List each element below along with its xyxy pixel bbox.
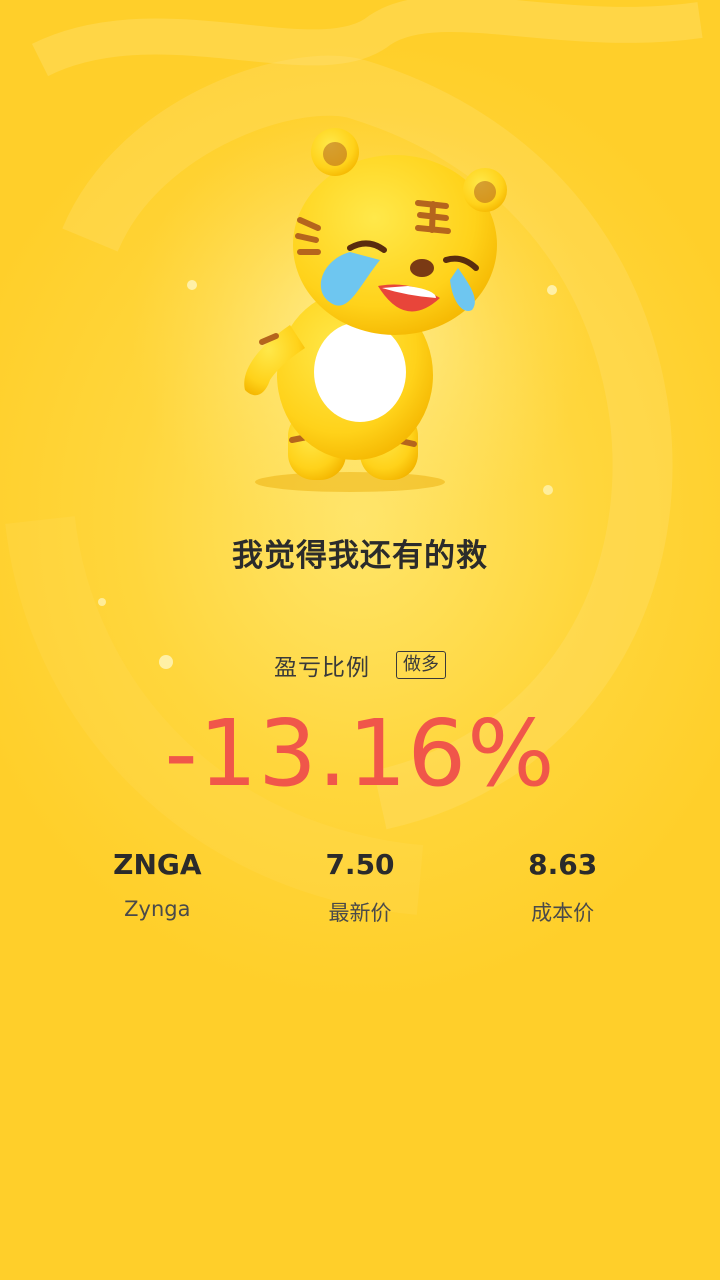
page-title: 我觉得我还有的救 <box>232 538 488 574</box>
cost-price-label: 成本价 <box>531 901 595 925</box>
stat-latest-price: 7.50 最新价 <box>259 845 462 927</box>
cost-price-value: 8.63 <box>528 848 598 881</box>
profit-loss-value: -13.16% <box>164 700 556 807</box>
stats-row: ZNGA Zynga 7.50 最新价 8.63 成本价 <box>56 845 664 927</box>
stock-name: Zynga <box>124 897 191 921</box>
position-type-badge: 做多 <box>396 651 446 679</box>
latest-price-value: 7.50 <box>325 848 395 881</box>
stat-symbol: ZNGA Zynga <box>56 845 259 927</box>
profit-loss-label: 盈亏比例 <box>274 655 370 681</box>
tiger-illustration-icon <box>244 128 507 492</box>
profit-loss-header: 盈亏比例 做多 <box>0 648 720 682</box>
latest-price-label: 最新价 <box>328 901 392 925</box>
stat-cost-price: 8.63 成本价 <box>461 845 664 927</box>
crying-tiger-mascot <box>200 110 530 500</box>
stock-symbol: ZNGA <box>113 848 202 881</box>
